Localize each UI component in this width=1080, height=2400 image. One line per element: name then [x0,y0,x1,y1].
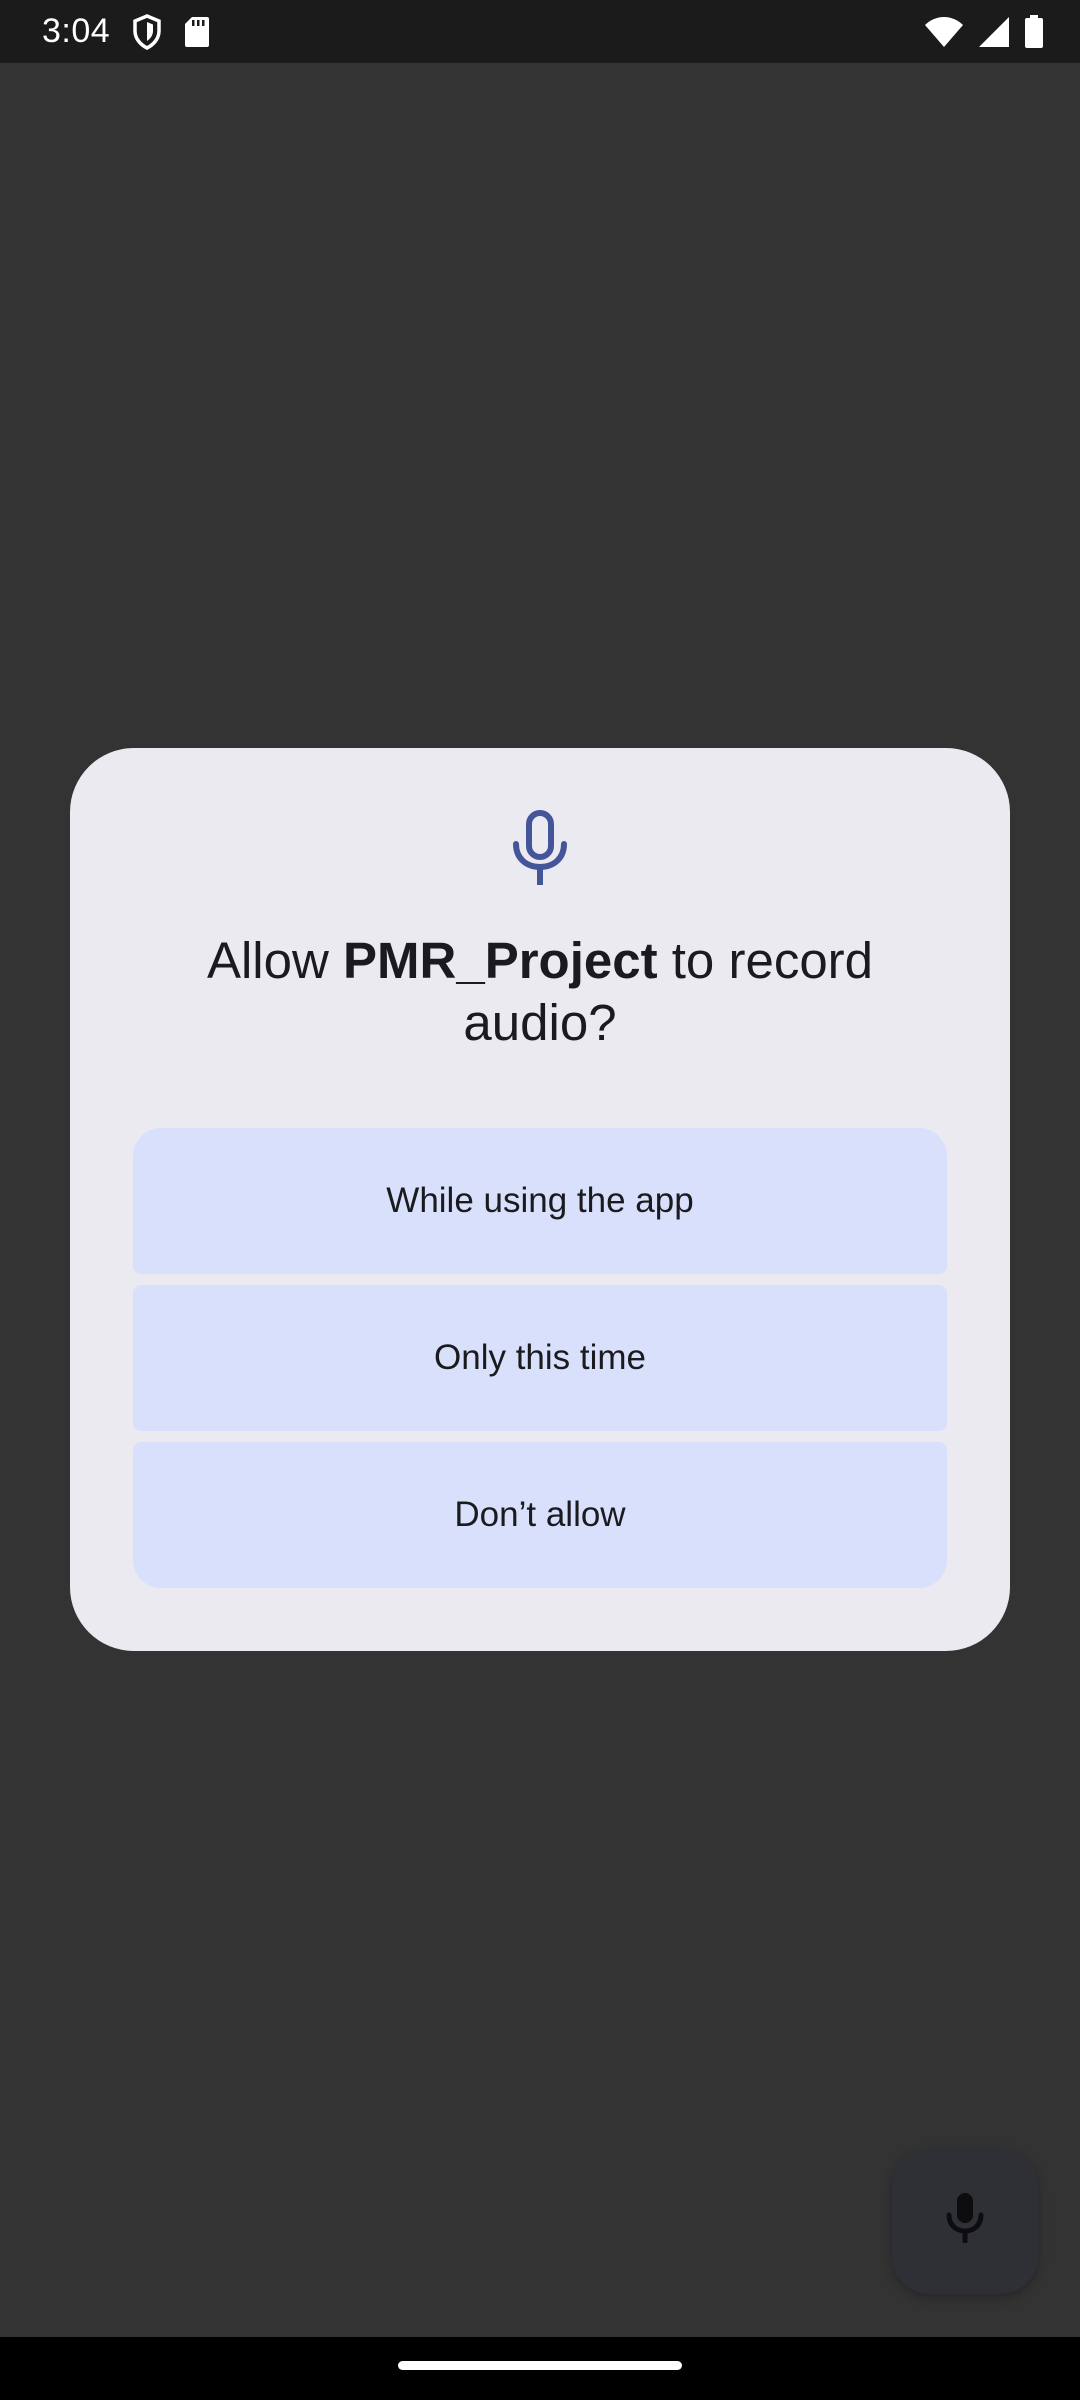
microphone-icon [945,2191,985,2252]
while-using-app-button[interactable]: While using the app [133,1128,947,1274]
dialog-title: Allow PMR_Project to record audio? [130,930,950,1054]
title-prefix: Allow [206,932,343,989]
home-gesture-handle[interactable] [398,2361,682,2370]
sd-card-icon [184,16,210,48]
app-name: PMR_Project [343,932,658,989]
shield-icon [132,13,162,50]
wifi-icon [924,16,964,48]
dont-allow-button[interactable]: Don’t allow [133,1442,947,1588]
permission-dialog: Allow PMR_Project to record audio? While… [70,748,1010,1651]
clock: 3:04 [42,12,111,50]
battery-icon [1024,14,1044,49]
screen: 3:04 Allow PMR_Project to record audio? … [0,0,1080,2400]
status-left: 3:04 [42,12,210,51]
navigation-bar [0,2337,1080,2400]
microphone-icon [510,810,570,890]
only-this-time-button[interactable]: Only this time [133,1285,947,1431]
cellular-signal-icon [978,16,1010,48]
status-bar: 3:04 [0,0,1080,63]
record-fab-button[interactable] [892,2148,1038,2294]
status-right [924,14,1044,49]
